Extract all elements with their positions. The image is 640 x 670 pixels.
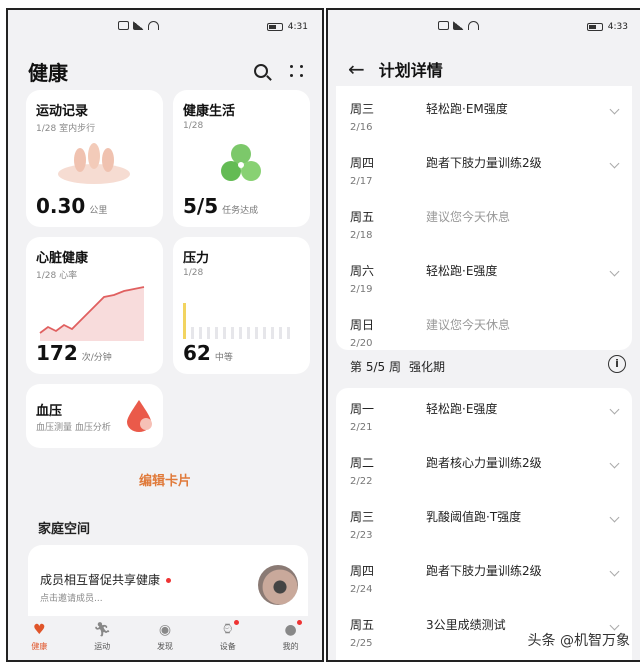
card-title: 心脏健康	[36, 251, 89, 266]
tab-discover[interactable]: ◉ 发现	[140, 622, 190, 652]
chevron-down-icon[interactable]	[609, 266, 620, 277]
chevron-down-icon[interactable]	[609, 404, 620, 415]
chevron-down-icon[interactable]	[609, 104, 620, 115]
nfc-icon	[438, 21, 449, 30]
tasks-value: 5/5 任务达成	[183, 194, 259, 218]
list-item[interactable]: 周六 2/19 轻松跑·E强度	[336, 254, 632, 308]
status-bar: 4:31	[8, 10, 322, 44]
search-icon[interactable]	[254, 64, 268, 78]
card-title: 健康生活	[183, 104, 236, 119]
exercise-card[interactable]: 运动记录 1/28 室内步行 0.30 公里	[26, 90, 163, 227]
notification-dot	[166, 578, 172, 583]
week-header: 第 5/5 周强化期	[350, 360, 445, 374]
chevron-down-icon[interactable]	[609, 620, 620, 631]
card-subtitle: 1/28 室内步行	[36, 124, 96, 134]
card-title: 运动记录	[36, 104, 89, 119]
week5-list: 周一 2/21 轻松跑·E强度 周二 2/22 跑者核心力量训练2级 周三 2/…	[336, 388, 632, 660]
run-icon: 🏃︎	[93, 622, 112, 638]
chevron-down-icon[interactable]	[609, 512, 620, 523]
family-card-subtitle: 点击邀请成员...	[40, 594, 103, 604]
tab-me[interactable]: ● 我的	[266, 620, 316, 652]
list-item[interactable]: 周四 2/24 跑者下肢力量训练2级	[336, 554, 632, 608]
chevron-down-icon[interactable]	[609, 458, 620, 469]
wifi-icon	[148, 21, 159, 30]
page-title: 健康	[28, 60, 68, 85]
chevron-down-icon[interactable]	[609, 158, 620, 169]
signal-icon	[453, 21, 464, 30]
battery-icon	[586, 23, 603, 31]
card-subtitle: 1/28	[183, 268, 204, 278]
bottom-tab-bar: ♥ 健康 🏃︎ 运动 ◉ 发现 ⌚︎ 设备 ● 我的	[8, 616, 322, 660]
blood-pressure-card[interactable]: 血压 血压测量 血压分析	[26, 384, 163, 448]
info-icon[interactable]: i	[608, 355, 626, 373]
blood-drop-icon	[127, 400, 152, 432]
card-title: 压力	[183, 251, 210, 266]
tab-exercise[interactable]: 🏃︎ 运动	[77, 622, 127, 652]
edit-cards-button[interactable]: 编辑卡片	[8, 470, 322, 489]
signal-icon	[133, 21, 144, 30]
list-item[interactable]: 周三 2/16 轻松跑·EM强度	[336, 92, 632, 146]
list-item: 周五 2/18 建议您今天休息	[350, 210, 511, 241]
list-item[interactable]: 周二 2/22 跑者核心力量训练2级	[336, 446, 632, 500]
stress-bars	[183, 303, 290, 339]
health-icon: ♥	[33, 622, 46, 638]
tab-devices[interactable]: ⌚︎ 设备	[203, 620, 253, 652]
discover-icon: ◉	[158, 622, 172, 638]
status-icons	[118, 21, 159, 30]
watch-icon: ⌚︎	[219, 620, 239, 638]
family-section-title: 家庭空间	[38, 522, 91, 537]
more-grid-icon[interactable]	[290, 65, 304, 77]
list-item[interactable]: 周一 2/21 轻松跑·E强度	[336, 392, 632, 446]
footsteps-icon	[58, 143, 130, 184]
stress-card[interactable]: 压力 1/28 62 中等	[173, 237, 310, 374]
nfc-icon	[118, 21, 129, 30]
page-title: 计划详情	[378, 61, 443, 80]
distance-value: 0.30 公里	[36, 194, 108, 218]
card-subtitle: 血压测量 血压分析	[36, 423, 111, 433]
stress-value: 62 中等	[183, 341, 233, 365]
card-subtitle: 1/28	[183, 121, 204, 131]
family-space-card[interactable]: 成员相互督促共享健康 点击邀请成员...	[28, 545, 308, 621]
list-item[interactable]: 周四 2/17 跑者下肢力量训练2级	[336, 146, 632, 200]
week4-list: 周三 2/16 轻松跑·EM强度 周四 2/17 跑者下肢力量训练2级 周五 2…	[336, 86, 632, 350]
chevron-down-icon[interactable]	[609, 566, 620, 577]
list-item: 周日 2/20 建议您今天休息	[350, 318, 511, 349]
list-item[interactable]: 周三 2/23 乳酸阈值跑·T强度	[336, 500, 632, 554]
wifi-icon	[468, 21, 479, 30]
status-icons	[438, 21, 479, 30]
family-card-title: 成员相互督促共享健康	[40, 571, 172, 588]
status-bar: 4:33	[328, 10, 640, 44]
status-time: 4:33	[607, 22, 628, 32]
profile-icon: ●	[282, 620, 302, 638]
family-avatar	[258, 565, 298, 605]
watermark: 头条 @机智万象	[527, 633, 630, 649]
heart-card[interactable]: 心脏健康 1/28 心率 172 次/分钟	[26, 237, 163, 374]
health-home-screen: 4:31 健康 运动记录 1/28 室内步行 0.30 公里 健康生活 1/28 …	[6, 8, 324, 662]
lifestyle-card[interactable]: 健康生活 1/28 5/5 任务达成	[173, 90, 310, 227]
plan-detail-screen: 4:33 ← 计划详情 周三 2/16 轻松跑·EM强度 周四 2/17 跑者下…	[326, 8, 640, 662]
tab-health[interactable]: ♥ 健康	[14, 622, 64, 652]
card-subtitle: 1/28 心率	[36, 271, 78, 281]
battery-icon	[266, 23, 283, 31]
clover-icon	[221, 144, 261, 181]
status-time: 4:31	[287, 22, 308, 32]
back-arrow-icon[interactable]: ←	[348, 59, 365, 79]
card-title: 血压	[36, 404, 63, 419]
heart-rate-value: 172 次/分钟	[36, 341, 112, 365]
heart-rate-chart	[39, 286, 145, 341]
